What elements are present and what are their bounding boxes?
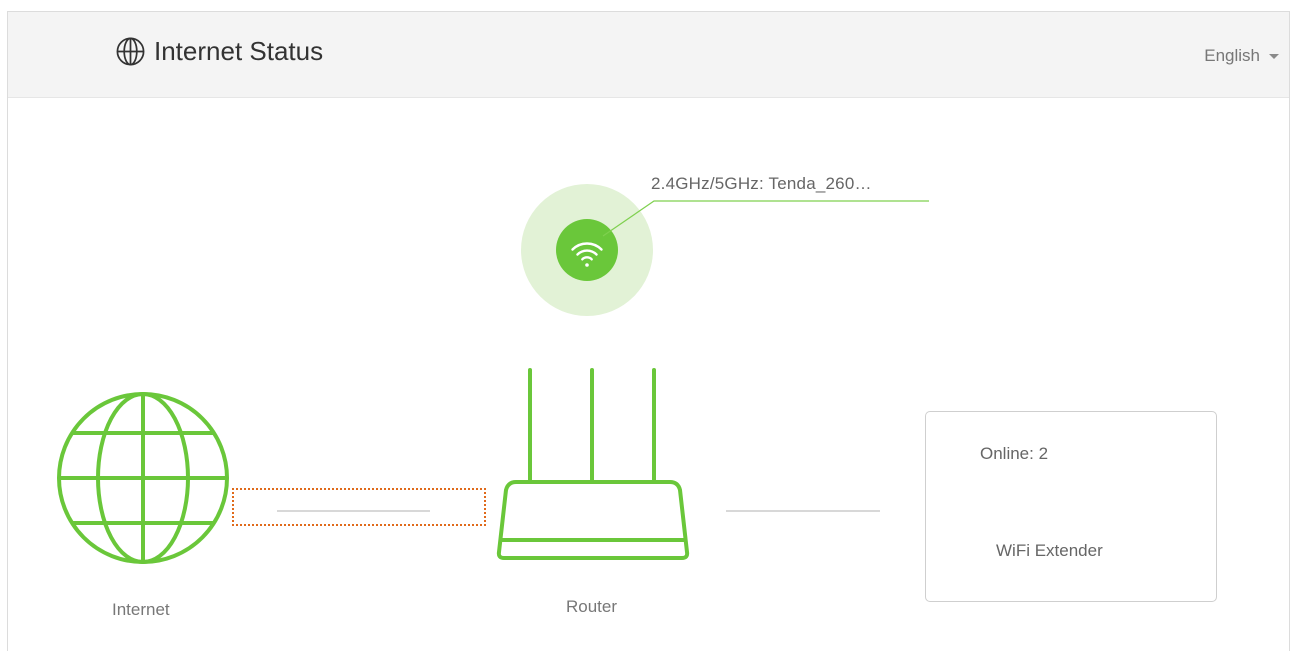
internet-label: Internet	[112, 600, 170, 619]
wifi-extender-label: WiFi Extender	[996, 541, 1103, 560]
wifi-ssid-label[interactable]: 2.4GHz/5GHz: Tenda_260…	[651, 174, 872, 194]
online-devices-row[interactable]: Online: 2	[944, 433, 1048, 475]
online-icon-spacer	[944, 433, 945, 475]
wan-link-highlight	[232, 488, 486, 526]
wifi-extender-row[interactable]: WiFi Extender	[944, 520, 1103, 582]
ssid-leader-line	[602, 200, 929, 237]
extender-icon-spacer	[944, 520, 945, 582]
globe-icon[interactable]	[57, 392, 229, 564]
router-label: Router	[566, 597, 618, 616]
connected-devices-panel: Online: 2 WiFi Extender	[925, 411, 1217, 602]
router-icon[interactable]	[496, 368, 690, 560]
online-count-label: Online: 2	[980, 444, 1049, 463]
wifi-node[interactable]	[521, 184, 653, 316]
